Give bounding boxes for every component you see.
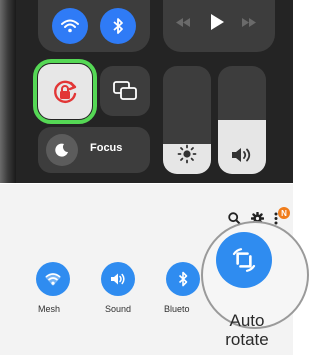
auto-rotate-label-line2: rotate: [225, 330, 269, 349]
bluetooth-icon: [178, 271, 188, 287]
previous-icon: [176, 17, 190, 27]
wifi-icon: [45, 273, 61, 286]
focus-label: Focus: [90, 142, 123, 154]
play-icon: [211, 14, 224, 30]
notification-badge: N: [278, 207, 290, 219]
media-tile: [163, 0, 275, 52]
rotation-lock-button[interactable]: [33, 59, 97, 124]
auto-rotate-icon: [232, 248, 256, 272]
brightness-icon: [177, 144, 197, 164]
moon-icon-circle: [46, 134, 78, 166]
wifi-button[interactable]: [52, 8, 88, 44]
connectivity-tile: [38, 0, 150, 52]
auto-rotate-button[interactable]: [216, 232, 272, 288]
phone-bezel: [0, 0, 16, 183]
volume-slider[interactable]: [218, 66, 266, 174]
mesh-tile-label: Mesh: [38, 304, 61, 314]
next-button[interactable]: [239, 12, 259, 32]
bluetooth-icon: [113, 18, 123, 34]
auto-rotate-label-line1: Auto: [229, 311, 265, 330]
bluetooth-tile-button[interactable]: [166, 262, 200, 296]
ios-control-center: Focus: [0, 0, 293, 183]
screen-mirroring-button[interactable]: [100, 66, 150, 116]
bluetooth-button[interactable]: [100, 8, 136, 44]
brightness-slider[interactable]: [163, 66, 211, 174]
volume-icon: [111, 273, 125, 285]
wifi-icon: [61, 19, 79, 33]
play-button[interactable]: [207, 12, 227, 32]
brightness-icon-wrap: [163, 144, 211, 164]
volume-icon: [232, 148, 251, 162]
mesh-tile-button[interactable]: [36, 262, 70, 296]
sound-tile-button[interactable]: [101, 262, 135, 296]
rotation-lock-icon: [54, 80, 77, 103]
screen-mirroring-icon: [113, 81, 137, 100]
focus-button[interactable]: Focus: [38, 127, 150, 173]
previous-button[interactable]: [173, 12, 193, 32]
bluetooth-tile-label: Blueto: [164, 304, 190, 314]
moon-icon: [55, 143, 68, 157]
volume-icon-wrap: [218, 146, 266, 164]
sound-tile-label: Sound: [105, 304, 132, 314]
next-icon: [242, 17, 256, 27]
